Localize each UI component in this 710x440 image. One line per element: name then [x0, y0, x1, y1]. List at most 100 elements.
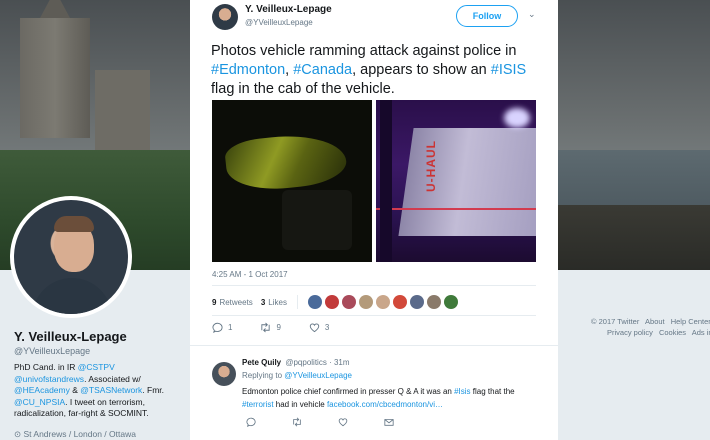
bio-link-cstpv[interactable]: @CSTPV	[78, 362, 115, 372]
divider	[212, 285, 536, 286]
photo-flag	[223, 129, 349, 195]
banner-castle	[20, 0, 90, 138]
divider	[190, 345, 558, 346]
dm-icon[interactable]	[384, 417, 394, 427]
retweet-label[interactable]: Retweets	[219, 298, 252, 307]
tweet-stats: 9 Retweets 3 Likes	[212, 295, 458, 309]
tweet-text-part: flag in the cab of the vehicle.	[211, 81, 395, 97]
retweet-icon[interactable]	[292, 417, 302, 427]
engager-avatar[interactable]	[409, 295, 424, 309]
tweet-timestamp[interactable]: 4:25 AM - 1 Oct 2017	[212, 270, 288, 279]
reply-tweet-actions	[246, 417, 394, 427]
reply-text-part: had in vehicle	[273, 400, 327, 409]
photo-seat	[282, 190, 352, 250]
avatar-hair	[54, 216, 94, 232]
retweet-count[interactable]: 9	[212, 298, 216, 307]
location-text: St Andrews / London / Ottawa	[23, 429, 136, 439]
banner-ruin	[95, 70, 150, 150]
reply-text-part: flag that the	[470, 387, 515, 396]
bio-text: &	[69, 385, 81, 395]
profile-bio: PhD Cand. in IR @CSTPV @univofstandrews.…	[14, 362, 186, 420]
chevron-down-icon[interactable]: ⌄	[528, 9, 536, 20]
reply-author-name[interactable]: Pete Quily	[242, 358, 281, 367]
reply-icon[interactable]	[246, 417, 256, 427]
reply-text-part: Edmonton police chief confirmed in press…	[242, 387, 455, 396]
like-action-count: 3	[324, 323, 330, 332]
reply-time[interactable]: · 31m	[329, 358, 349, 367]
footer-copyright[interactable]: © 2017 Twitter	[591, 317, 639, 326]
bio-text: PhD Cand. in IR	[14, 362, 78, 372]
profile-location: ⊙ St Andrews / London / Ottawa	[14, 429, 136, 440]
replying-to-label: Replying to	[242, 371, 285, 380]
hashtag-edmonton[interactable]: #Edmonton	[211, 62, 285, 78]
footer-cookies-link[interactable]: Cookies	[659, 328, 686, 337]
reply-author-handle[interactable]: @pqpolitics	[285, 358, 326, 367]
engager-avatar[interactable]	[392, 295, 407, 309]
reply-author: Pete Quily @pqpolitics · 31m	[242, 358, 350, 367]
stats-separator	[296, 295, 298, 309]
footer-about-link[interactable]: About	[645, 317, 665, 326]
engager-avatar[interactable]	[443, 295, 458, 309]
heart-icon[interactable]	[338, 417, 348, 427]
photo-truck-logo: U-HAUL	[424, 140, 438, 192]
engager-avatar[interactable]	[426, 295, 441, 309]
replying-to: Replying to @YVeilleuxLepage	[242, 371, 352, 380]
reply-author-avatar[interactable]	[212, 362, 236, 386]
tweet-author-handle[interactable]: @YVeilleuxLepage	[245, 18, 313, 27]
engager-avatar[interactable]	[358, 295, 373, 309]
retweet-action[interactable]: 9	[260, 322, 281, 333]
bio-text: . Fmr.	[142, 385, 165, 395]
replying-to-link[interactable]: @YVeilleuxLepage	[284, 371, 352, 380]
profile-handle[interactable]: @YVeilleuxLepage	[14, 346, 90, 356]
tweet-author-avatar[interactable]	[212, 4, 238, 30]
media-photo-truck[interactable]: U-HAUL	[376, 100, 536, 262]
bio-link-cu-npsia[interactable]: @CU_NPSIA	[14, 397, 65, 407]
profile-avatar[interactable]	[10, 196, 132, 318]
reply-text: Edmonton police chief confirmed in press…	[242, 385, 547, 411]
reply-count: 1	[228, 323, 233, 332]
divider	[212, 315, 536, 316]
footer-privacy-link[interactable]: Privacy policy	[607, 328, 653, 337]
tweet-text-part: Photos vehicle ramming attack against po…	[211, 43, 517, 59]
like-label[interactable]: Likes	[268, 298, 287, 307]
retweet-icon	[261, 322, 271, 333]
avatar-shirt	[32, 278, 112, 314]
follow-button[interactable]: Follow	[456, 5, 518, 27]
tweet-media: U-HAUL	[212, 100, 536, 262]
footer-ads-info-link[interactable]: Ads info	[692, 328, 710, 337]
bio-link-univofstandrews[interactable]: @univofstandrews	[14, 374, 84, 384]
hashtag-isis-reply[interactable]: #Isis	[454, 387, 470, 396]
tweet-header: Y. Veilleux-Lepage @YVeilleuxLepage Foll…	[190, 0, 558, 36]
engager-avatar[interactable]	[375, 295, 390, 309]
engager-avatar[interactable]	[307, 295, 322, 309]
photo-truck	[398, 128, 536, 236]
profile-name[interactable]: Y. Veilleux-Lepage	[14, 329, 127, 344]
tweet-text: Photos vehicle ramming attack against po…	[211, 42, 546, 99]
tweet-actions: 1 9 3	[212, 322, 329, 333]
photo-pole	[380, 100, 392, 262]
engager-avatars	[307, 295, 458, 309]
hashtag-canada[interactable]: #Canada	[293, 62, 352, 78]
hashtag-terrorist[interactable]: #terrorist	[242, 400, 274, 409]
engager-avatar[interactable]	[341, 295, 356, 309]
tweet-permalink-modal: Y. Veilleux-Lepage @YVeilleuxLepage Foll…	[190, 0, 558, 440]
media-photo-cab[interactable]	[212, 100, 372, 262]
like-count[interactable]: 3	[261, 298, 265, 307]
engager-avatar[interactable]	[324, 295, 339, 309]
tweet-text-part: , appears to show an	[352, 62, 491, 78]
photo-police-tape	[376, 208, 536, 210]
bio-link-tsasnetwork[interactable]: @TSASNetwork	[80, 385, 142, 395]
hashtag-isis[interactable]: #ISIS	[491, 62, 526, 78]
site-footer: © 2017 Twitter About Help Center Privacy…	[565, 316, 710, 338]
reply-tweet[interactable]: Pete Quily @pqpolitics · 31m Replying to…	[190, 350, 558, 440]
reply-action[interactable]: 1	[212, 322, 232, 333]
reply-link[interactable]: facebook.com/cbcedmonton/vi…	[327, 400, 443, 409]
bio-link-heacademy[interactable]: @HEAcademy	[14, 385, 70, 395]
bio-text: . Associated w/	[84, 373, 141, 384]
tweet-author-name[interactable]: Y. Veilleux-Lepage	[245, 4, 332, 15]
retweet-action-count: 9	[276, 323, 281, 332]
like-action[interactable]: 3	[309, 322, 329, 333]
photo-light	[504, 108, 530, 128]
footer-help-center-link[interactable]: Help Center	[671, 317, 710, 326]
reply-icon	[212, 322, 223, 333]
